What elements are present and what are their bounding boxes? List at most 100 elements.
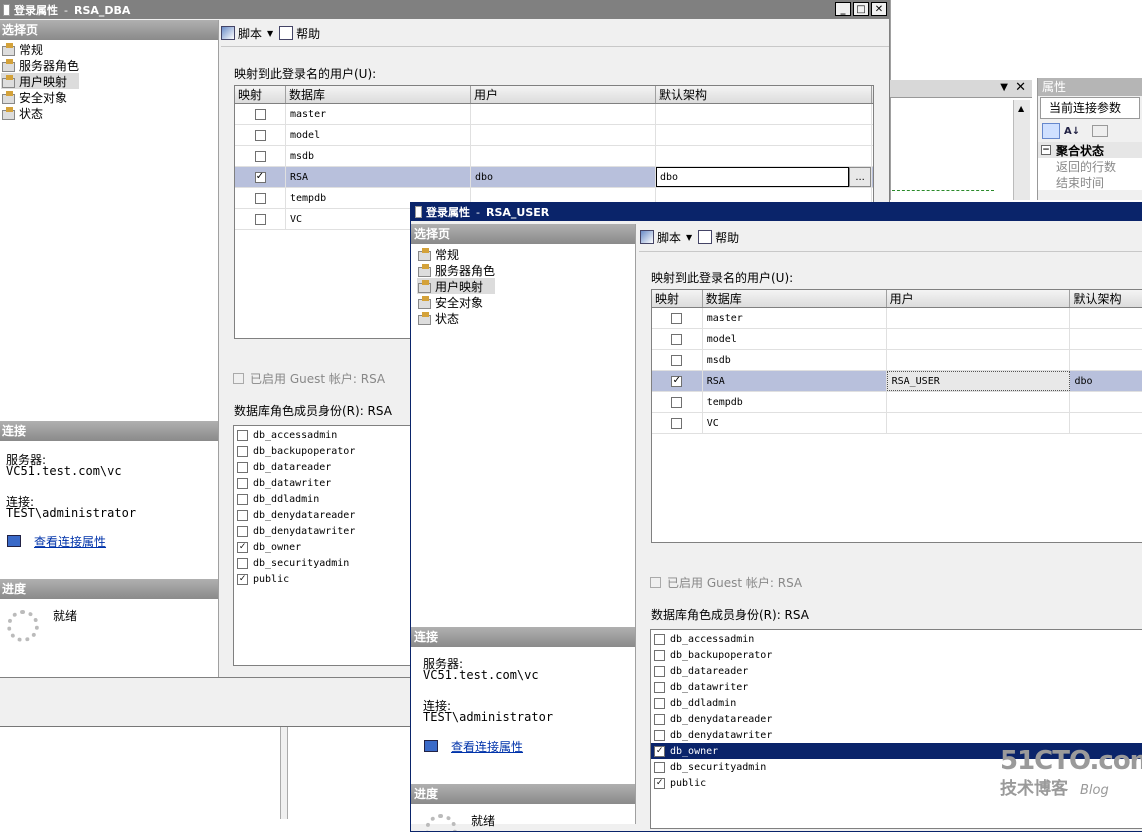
map-checkbox[interactable] [671,396,683,408]
categorized-icon[interactable] [1042,123,1060,139]
map-checkbox[interactable] [254,150,266,162]
schema-cell[interactable] [656,125,872,145]
property-row[interactable]: 返回的行数 [1038,158,1142,174]
column-header[interactable]: 用户 [887,290,1071,307]
schema-cell[interactable] [1070,350,1142,370]
alphabetical-icon[interactable]: A↓ [1064,126,1080,137]
column-header[interactable]: 数据库 [286,86,471,103]
page-item-user-mapping[interactable]: 用户映射 [417,278,496,294]
schema-cell[interactable]: dbo... [656,167,872,187]
table-row[interactable]: ✓ RSA dbo dbo... [235,167,873,188]
view-connection-properties-link[interactable]: 查看连接属性 [34,533,106,550]
role-item[interactable]: db_ddladmin [651,695,1142,711]
role-item[interactable]: db_denydatareader [651,711,1142,727]
role-checkbox[interactable] [237,525,248,537]
role-item[interactable]: db_datareader [651,663,1142,679]
role-item[interactable]: db_denydatawriter [234,523,412,539]
table-row[interactable]: tempdb [652,392,1142,413]
table-row[interactable]: model [235,125,873,146]
properties-object-selector[interactable]: 当前连接参数 [1040,97,1140,119]
role-checkbox[interactable] [237,509,248,521]
map-cell[interactable] [235,104,286,124]
role-checkbox[interactable] [237,445,248,457]
schema-cell[interactable] [1070,329,1142,349]
map-cell[interactable] [652,392,703,412]
map-cell[interactable]: ✓ [235,167,286,187]
role-item[interactable]: db_datawriter [651,679,1142,695]
role-checkbox[interactable] [237,429,248,441]
role-item[interactable]: db_accessadmin [234,427,412,443]
view-connection-properties-link[interactable]: 查看连接属性 [451,738,523,755]
minimize-button[interactable]: _ [835,2,851,16]
column-header[interactable]: 映射 [235,86,286,103]
role-checkbox[interactable]: ✓ [654,777,665,789]
script-button[interactable]: 脚本 ▼ [640,229,698,246]
close-icon[interactable]: ✕ [1015,80,1026,95]
role-item[interactable]: db_denydatawriter [651,727,1142,743]
role-item[interactable]: ✓ public [234,571,412,587]
page-item-server-roles[interactable]: 服务器角色 [1,57,79,73]
user-cell[interactable] [887,392,1071,412]
user-cell[interactable] [887,413,1071,433]
role-checkbox[interactable] [654,761,665,773]
role-item[interactable]: db_backupoperator [234,443,412,459]
map-checkbox[interactable] [671,354,683,366]
map-checkbox[interactable] [254,108,266,120]
role-checkbox[interactable] [237,461,248,473]
property-category[interactable]: − 聚合状态 [1038,142,1142,158]
column-header[interactable]: 用户 [471,86,656,103]
user-cell[interactable] [471,125,656,145]
column-header[interactable]: 映射 [652,290,703,307]
column-header[interactable]: 默认架构 [656,86,872,103]
role-checkbox[interactable] [654,729,665,741]
role-item[interactable]: db_denydatareader [234,507,412,523]
dropdown-arrow-icon[interactable]: ▼ [1000,82,1008,93]
role-checkbox[interactable] [237,477,248,489]
map-checkbox[interactable] [254,192,266,204]
role-checkbox[interactable] [654,633,665,645]
column-header[interactable]: 数据库 [703,290,887,307]
role-item[interactable]: db_datareader [234,459,412,475]
scroll-up-icon[interactable]: ▲ [1018,104,1024,113]
user-cell[interactable] [887,329,1071,349]
map-checkbox[interactable] [254,129,266,141]
page-item-status[interactable]: 状态 [1,105,79,121]
map-cell[interactable] [652,413,703,433]
map-checkbox[interactable] [671,417,683,429]
page-item-securables[interactable]: 安全对象 [1,89,79,105]
dialog-titlebar[interactable]: 登录属性 - RSA_DBA _ □ ✕ [0,1,889,19]
role-checkbox[interactable] [237,493,248,505]
map-checkbox[interactable]: ✓ [671,375,683,387]
table-row[interactable]: master [652,308,1142,329]
map-checkbox[interactable]: ✓ [254,171,266,183]
map-cell[interactable] [652,350,703,370]
user-cell[interactable] [471,104,656,124]
page-item-status[interactable]: 状态 [417,310,495,326]
schema-cell[interactable] [656,146,872,166]
user-cell[interactable] [887,350,1071,370]
user-cell[interactable]: dbo [471,167,656,187]
table-row[interactable]: VC [652,413,1142,434]
map-cell[interactable]: ✓ [652,371,703,391]
table-row[interactable]: master [235,104,873,125]
role-item[interactable]: db_ddladmin [234,491,412,507]
role-item[interactable]: db_backupoperator [651,647,1142,663]
role-checkbox[interactable] [654,697,665,709]
chevron-down-icon[interactable]: ▼ [267,29,273,38]
schema-input[interactable]: dbo [656,167,850,187]
map-cell[interactable] [235,188,286,208]
table-row[interactable]: ✓ RSA RSA_USER dbo [652,371,1142,392]
collapse-icon[interactable]: − [1041,145,1051,155]
property-row[interactable]: 结束时间 [1038,174,1142,190]
schema-cell[interactable] [1070,392,1142,412]
schema-cell[interactable]: dbo [1070,371,1142,391]
role-checkbox[interactable]: ✓ [237,573,248,585]
table-row[interactable]: msdb [235,146,873,167]
help-button[interactable]: 帮助 [279,25,320,42]
script-button[interactable]: 脚本 ▼ [221,25,279,42]
page-item-securables[interactable]: 安全对象 [417,294,495,310]
role-checkbox[interactable] [237,557,248,569]
user-cell[interactable]: RSA_USER [886,371,1071,391]
role-checkbox[interactable] [654,649,665,661]
close-button[interactable]: ✕ [871,2,887,16]
